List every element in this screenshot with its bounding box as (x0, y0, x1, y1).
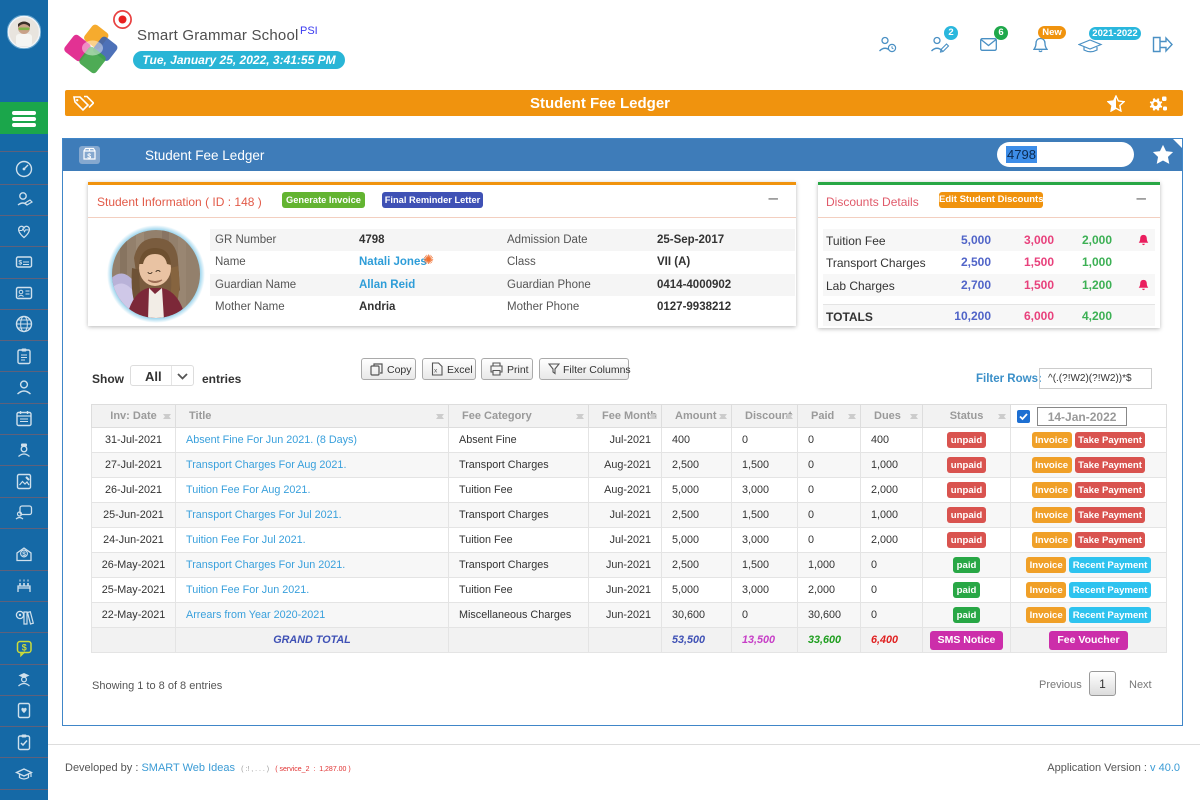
svg-text:$: $ (22, 642, 27, 652)
svg-text:x: x (434, 368, 438, 375)
svg-text:$: $ (22, 551, 26, 558)
svg-text:$: $ (87, 153, 91, 160)
svg-text:$: $ (19, 260, 23, 267)
